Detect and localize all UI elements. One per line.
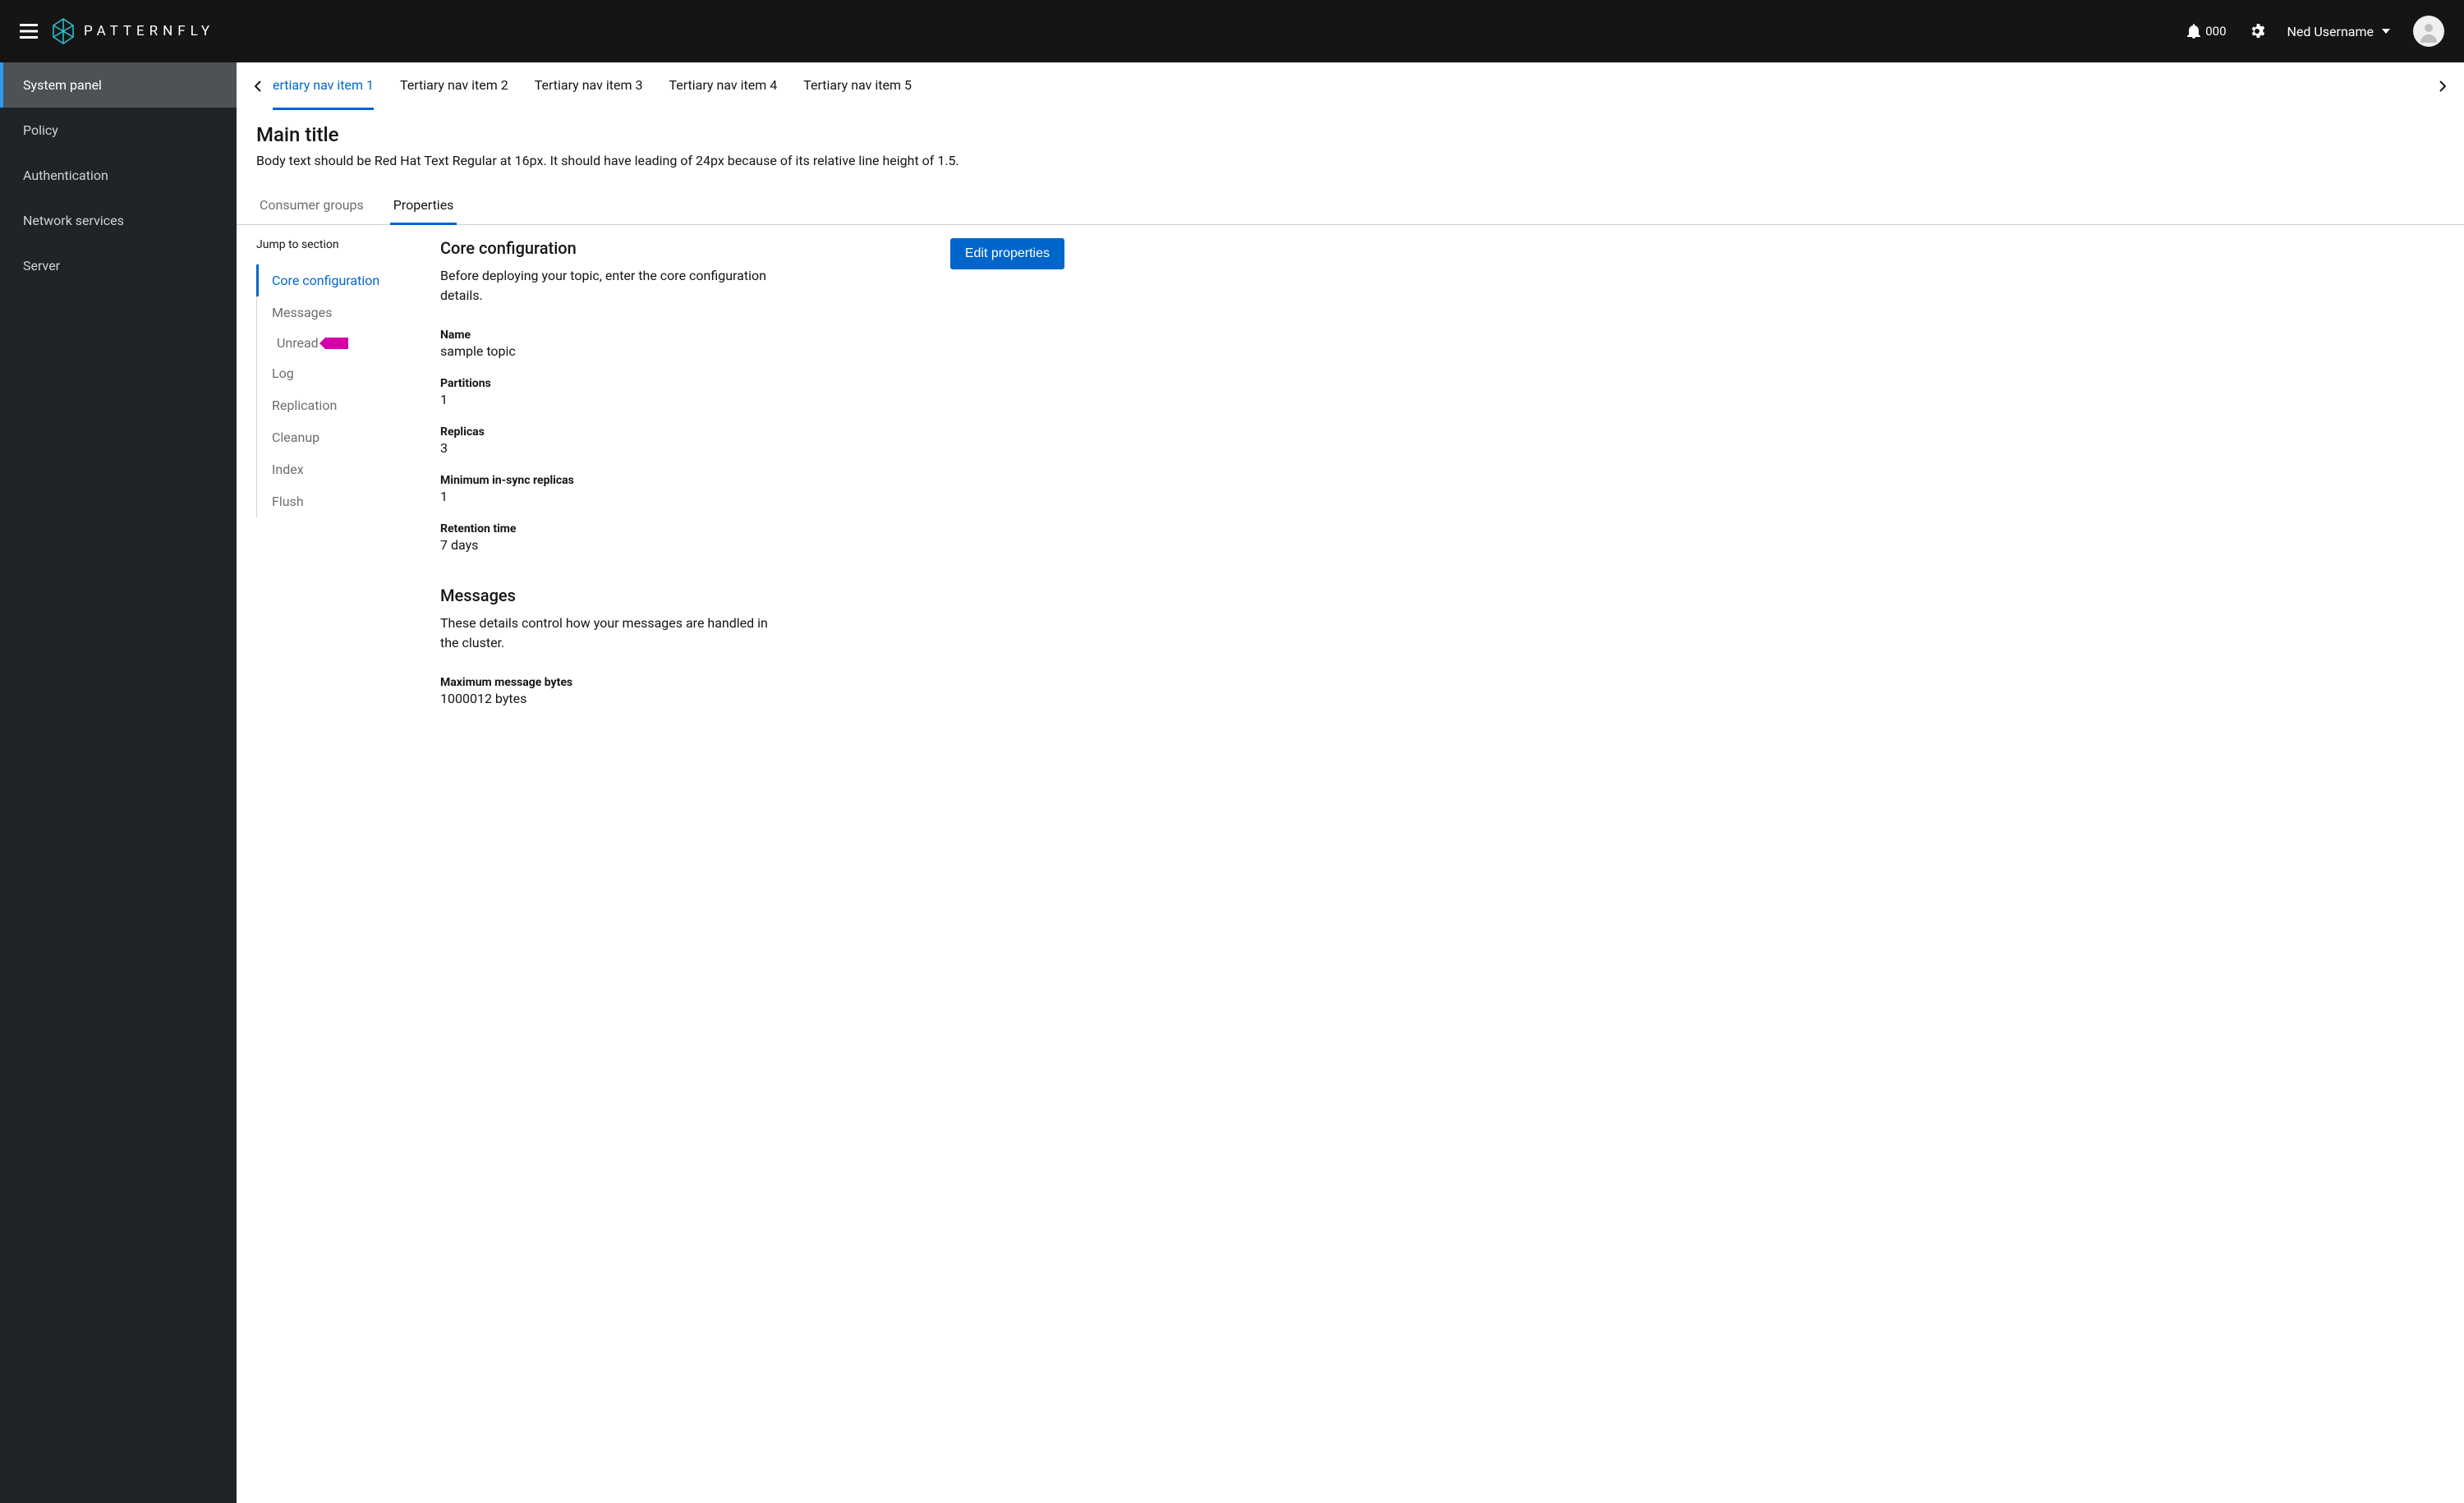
main-content: ertiary nav item 1 Tertiary nav item 2 Ter… <box>237 62 2464 1503</box>
sidebar-item-policy[interactable]: Policy <box>0 108 237 153</box>
property-value: 3 <box>440 440 1064 456</box>
tertiary-nav-item-1[interactable]: ertiary nav item 1 <box>273 62 374 110</box>
property-value: 1 <box>440 392 1064 407</box>
jump-link-messages[interactable]: Messages <box>256 296 421 329</box>
sidebar-item-system-panel[interactable]: System panel <box>0 62 237 108</box>
jump-link-core-configuration[interactable]: Core configuration <box>256 264 421 296</box>
property-item: Minimum in-sync replicas 1 <box>440 474 1064 504</box>
tertiary-nav-item-5[interactable]: Tertiary nav item 5 <box>803 62 912 110</box>
caret-down-icon <box>2382 29 2390 34</box>
tab-properties[interactable]: Properties <box>390 187 457 225</box>
jump-link-index[interactable]: Index <box>256 453 421 485</box>
sidebar-item-authentication[interactable]: Authentication <box>0 153 237 198</box>
notification-count: 000 <box>2205 24 2226 39</box>
logo-icon <box>51 17 76 45</box>
property-label: Minimum in-sync replicas <box>440 474 1064 487</box>
detail-panel: Core configuration Before deploying your… <box>440 238 1064 724</box>
section-desc-core: Before deploying your topic, enter the c… <box>440 266 785 306</box>
chevron-right-icon <box>2439 80 2446 92</box>
property-value: 7 days <box>440 537 1064 553</box>
property-item: Namesample topic <box>440 329 1064 359</box>
user-menu-button[interactable]: Ned Username <box>2287 24 2390 39</box>
property-value: 1000012 bytes <box>440 691 1064 706</box>
page-header: Main title Body text should be Red Hat T… <box>237 110 2464 187</box>
tertiary-scroll-left-button[interactable] <box>250 67 266 105</box>
jump-sub-label: Unread <box>277 335 319 351</box>
jump-link-cleanup[interactable]: Cleanup <box>256 421 421 453</box>
section-title-messages: Messages <box>440 586 1064 605</box>
property-item: Replicas3 <box>440 425 1064 456</box>
tertiary-nav: ertiary nav item 1 Tertiary nav item 2 Ter… <box>237 62 2464 110</box>
page-title: Main title <box>256 123 2444 146</box>
tertiary-nav-item-2[interactable]: Tertiary nav item 2 <box>400 62 508 110</box>
section-desc-messages: These details control how your messages … <box>440 614 785 653</box>
property-label: Partitions <box>440 377 1064 390</box>
sidebar-nav: System panelPolicyAuthenticationNetwork … <box>0 62 237 1503</box>
avatar-icon <box>2417 20 2440 43</box>
bell-icon <box>2187 24 2200 39</box>
jump-links-nav: Jump to section Core configurationMessag… <box>256 238 421 724</box>
gear-icon <box>2250 24 2264 39</box>
page-description: Body text should be Red Hat Text Regular… <box>256 151 2444 171</box>
property-item: Partitions 1 <box>440 377 1064 407</box>
tag-icon <box>325 338 348 349</box>
property-label: Replicas <box>440 425 1064 439</box>
property-item: Retention time 7 days <box>440 522 1064 553</box>
property-label: Name <box>440 329 1064 342</box>
property-label: Retention time <box>440 522 1064 535</box>
sidebar-item-server[interactable]: Server <box>0 243 237 288</box>
brand-logo[interactable]: PATTERNFLY <box>51 17 214 45</box>
brand-text: PATTERNFLY <box>84 23 214 39</box>
jump-link-flush[interactable]: Flush <box>256 485 421 517</box>
property-value: 1 <box>440 489 1064 504</box>
masthead: PATTERNFLY 000 Ned Username <box>0 0 2464 62</box>
chevron-left-icon <box>255 80 261 92</box>
tertiary-nav-item-4[interactable]: Tertiary nav item 4 <box>669 62 777 110</box>
avatar[interactable] <box>2413 16 2444 47</box>
tertiary-nav-item-3[interactable]: Tertiary nav item 3 <box>535 62 643 110</box>
username-label: Ned Username <box>2287 24 2374 39</box>
settings-button[interactable] <box>2250 24 2264 39</box>
property-label: Maximum message bytes <box>440 676 1064 689</box>
tertiary-scroll-right-button[interactable] <box>2434 67 2451 105</box>
hamburger-icon <box>20 24 38 39</box>
jump-link-log[interactable]: Log <box>256 357 421 389</box>
edit-properties-button[interactable]: Edit properties <box>950 238 1064 269</box>
tab-consumer-groups[interactable]: Consumer groups <box>256 187 367 225</box>
notifications-button[interactable]: 000 <box>2187 24 2226 39</box>
section-title-core: Core configuration <box>440 238 785 258</box>
property-value: sample topic <box>440 343 1064 359</box>
sub-tabs: Consumer groups Properties <box>237 187 2464 225</box>
sidebar-item-network-services[interactable]: Network services <box>0 198 237 243</box>
jump-link-replication[interactable]: Replication <box>256 389 421 421</box>
jump-links-title: Jump to section <box>256 238 421 251</box>
property-item: Maximum message bytes 1000012 bytes <box>440 676 1064 706</box>
menu-toggle-button[interactable] <box>20 24 38 39</box>
jump-link-unread[interactable]: Unread <box>257 329 421 357</box>
